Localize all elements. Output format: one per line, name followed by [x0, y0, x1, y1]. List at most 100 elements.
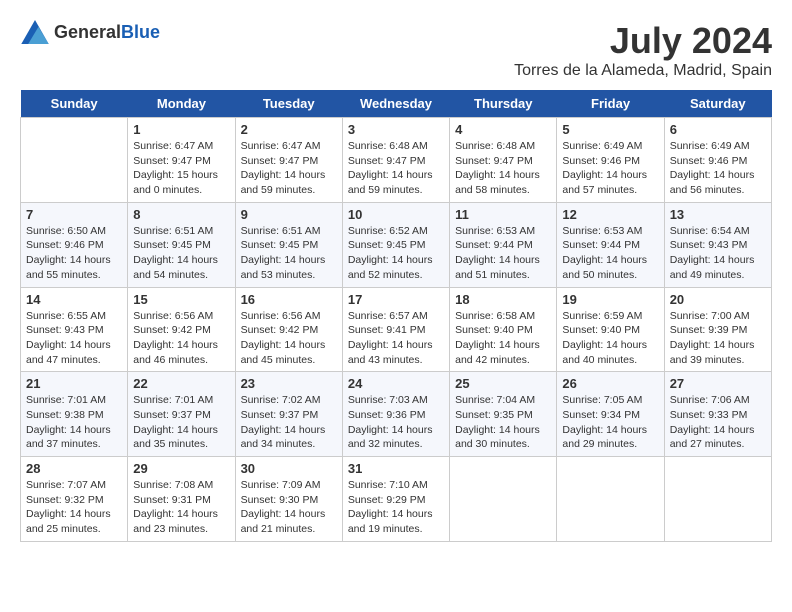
calendar-cell: 30 Sunrise: 7:09 AMSunset: 9:30 PMDaylig…: [235, 457, 342, 542]
cell-info: Sunrise: 7:06 AMSunset: 9:33 PMDaylight:…: [670, 394, 755, 450]
cell-info: Sunrise: 6:56 AMSunset: 9:42 PMDaylight:…: [241, 310, 326, 366]
calendar-week-row: 1 Sunrise: 6:47 AMSunset: 9:47 PMDayligh…: [21, 118, 772, 203]
date-number: 17: [348, 292, 444, 307]
calendar-week-row: 28 Sunrise: 7:07 AMSunset: 9:32 PMDaylig…: [21, 457, 772, 542]
calendar-cell: 19 Sunrise: 6:59 AMSunset: 9:40 PMDaylig…: [557, 287, 664, 372]
date-number: 9: [241, 207, 337, 222]
calendar-cell: 31 Sunrise: 7:10 AMSunset: 9:29 PMDaylig…: [342, 457, 449, 542]
cell-info: Sunrise: 7:00 AMSunset: 9:39 PMDaylight:…: [670, 310, 755, 366]
cell-info: Sunrise: 6:53 AMSunset: 9:44 PMDaylight:…: [562, 225, 647, 281]
calendar-week-row: 7 Sunrise: 6:50 AMSunset: 9:46 PMDayligh…: [21, 202, 772, 287]
calendar-cell: [557, 457, 664, 542]
calendar-cell: 13 Sunrise: 6:54 AMSunset: 9:43 PMDaylig…: [664, 202, 771, 287]
calendar-cell: [664, 457, 771, 542]
calendar-cell: 15 Sunrise: 6:56 AMSunset: 9:42 PMDaylig…: [128, 287, 235, 372]
date-number: 2: [241, 122, 337, 137]
date-number: 20: [670, 292, 766, 307]
date-number: 28: [26, 461, 122, 476]
cell-info: Sunrise: 6:51 AMSunset: 9:45 PMDaylight:…: [241, 225, 326, 281]
calendar-cell: 22 Sunrise: 7:01 AMSunset: 9:37 PMDaylig…: [128, 372, 235, 457]
location-title: Torres de la Alameda, Madrid, Spain: [514, 62, 772, 80]
calendar-cell: 16 Sunrise: 6:56 AMSunset: 9:42 PMDaylig…: [235, 287, 342, 372]
date-number: 4: [455, 122, 551, 137]
cell-info: Sunrise: 6:52 AMSunset: 9:45 PMDaylight:…: [348, 225, 433, 281]
date-number: 26: [562, 376, 658, 391]
cell-info: Sunrise: 6:49 AMSunset: 9:46 PMDaylight:…: [562, 140, 647, 196]
calendar-cell: 12 Sunrise: 6:53 AMSunset: 9:44 PMDaylig…: [557, 202, 664, 287]
cell-info: Sunrise: 6:49 AMSunset: 9:46 PMDaylight:…: [670, 140, 755, 196]
cell-info: Sunrise: 7:08 AMSunset: 9:31 PMDaylight:…: [133, 479, 218, 535]
header-monday: Monday: [128, 90, 235, 118]
date-number: 10: [348, 207, 444, 222]
cell-info: Sunrise: 6:50 AMSunset: 9:46 PMDaylight:…: [26, 225, 111, 281]
cell-info: Sunrise: 7:10 AMSunset: 9:29 PMDaylight:…: [348, 479, 433, 535]
header-thursday: Thursday: [450, 90, 557, 118]
cell-info: Sunrise: 7:02 AMSunset: 9:37 PMDaylight:…: [241, 394, 326, 450]
date-number: 25: [455, 376, 551, 391]
date-number: 8: [133, 207, 229, 222]
date-number: 3: [348, 122, 444, 137]
date-number: 5: [562, 122, 658, 137]
date-number: 14: [26, 292, 122, 307]
calendar-cell: 28 Sunrise: 7:07 AMSunset: 9:32 PMDaylig…: [21, 457, 128, 542]
calendar-cell: 1 Sunrise: 6:47 AMSunset: 9:47 PMDayligh…: [128, 118, 235, 203]
cell-info: Sunrise: 6:58 AMSunset: 9:40 PMDaylight:…: [455, 310, 540, 366]
date-number: 1: [133, 122, 229, 137]
date-number: 19: [562, 292, 658, 307]
cell-info: Sunrise: 7:01 AMSunset: 9:37 PMDaylight:…: [133, 394, 218, 450]
cell-info: Sunrise: 7:09 AMSunset: 9:30 PMDaylight:…: [241, 479, 326, 535]
calendar-cell: 20 Sunrise: 7:00 AMSunset: 9:39 PMDaylig…: [664, 287, 771, 372]
calendar-header-row: SundayMondayTuesdayWednesdayThursdayFrid…: [21, 90, 772, 118]
date-number: 11: [455, 207, 551, 222]
date-number: 29: [133, 461, 229, 476]
header-wednesday: Wednesday: [342, 90, 449, 118]
cell-info: Sunrise: 6:53 AMSunset: 9:44 PMDaylight:…: [455, 225, 540, 281]
cell-info: Sunrise: 7:01 AMSunset: 9:38 PMDaylight:…: [26, 394, 111, 450]
calendar-cell: 27 Sunrise: 7:06 AMSunset: 9:33 PMDaylig…: [664, 372, 771, 457]
calendar-week-row: 21 Sunrise: 7:01 AMSunset: 9:38 PMDaylig…: [21, 372, 772, 457]
date-number: 12: [562, 207, 658, 222]
cell-info: Sunrise: 6:48 AMSunset: 9:47 PMDaylight:…: [455, 140, 540, 196]
calendar-cell: [21, 118, 128, 203]
date-number: 15: [133, 292, 229, 307]
cell-info: Sunrise: 6:54 AMSunset: 9:43 PMDaylight:…: [670, 225, 755, 281]
logo: GeneralBlue: [20, 20, 160, 44]
cell-info: Sunrise: 6:55 AMSunset: 9:43 PMDaylight:…: [26, 310, 111, 366]
calendar-week-row: 14 Sunrise: 6:55 AMSunset: 9:43 PMDaylig…: [21, 287, 772, 372]
calendar-cell: 25 Sunrise: 7:04 AMSunset: 9:35 PMDaylig…: [450, 372, 557, 457]
cell-info: Sunrise: 6:51 AMSunset: 9:45 PMDaylight:…: [133, 225, 218, 281]
cell-info: Sunrise: 6:56 AMSunset: 9:42 PMDaylight:…: [133, 310, 218, 366]
calendar-cell: 11 Sunrise: 6:53 AMSunset: 9:44 PMDaylig…: [450, 202, 557, 287]
calendar-cell: 29 Sunrise: 7:08 AMSunset: 9:31 PMDaylig…: [128, 457, 235, 542]
date-number: 7: [26, 207, 122, 222]
calendar-cell: 17 Sunrise: 6:57 AMSunset: 9:41 PMDaylig…: [342, 287, 449, 372]
logo-general-text: General: [54, 22, 121, 42]
logo-blue-text: Blue: [121, 22, 160, 42]
calendar-cell: 4 Sunrise: 6:48 AMSunset: 9:47 PMDayligh…: [450, 118, 557, 203]
calendar-cell: 26 Sunrise: 7:05 AMSunset: 9:34 PMDaylig…: [557, 372, 664, 457]
calendar-cell: 3 Sunrise: 6:48 AMSunset: 9:47 PMDayligh…: [342, 118, 449, 203]
header-tuesday: Tuesday: [235, 90, 342, 118]
header-friday: Friday: [557, 90, 664, 118]
calendar-cell: 7 Sunrise: 6:50 AMSunset: 9:46 PMDayligh…: [21, 202, 128, 287]
calendar-cell: 6 Sunrise: 6:49 AMSunset: 9:46 PMDayligh…: [664, 118, 771, 203]
calendar-cell: 24 Sunrise: 7:03 AMSunset: 9:36 PMDaylig…: [342, 372, 449, 457]
calendar-cell: [450, 457, 557, 542]
calendar-cell: 18 Sunrise: 6:58 AMSunset: 9:40 PMDaylig…: [450, 287, 557, 372]
date-number: 18: [455, 292, 551, 307]
page-header: GeneralBlue July 2024 Torres de la Alame…: [20, 20, 772, 80]
calendar-cell: 14 Sunrise: 6:55 AMSunset: 9:43 PMDaylig…: [21, 287, 128, 372]
cell-info: Sunrise: 6:59 AMSunset: 9:40 PMDaylight:…: [562, 310, 647, 366]
month-title: July 2024: [514, 20, 772, 62]
header-saturday: Saturday: [664, 90, 771, 118]
calendar-cell: 21 Sunrise: 7:01 AMSunset: 9:38 PMDaylig…: [21, 372, 128, 457]
cell-info: Sunrise: 7:04 AMSunset: 9:35 PMDaylight:…: [455, 394, 540, 450]
date-number: 30: [241, 461, 337, 476]
cell-info: Sunrise: 7:07 AMSunset: 9:32 PMDaylight:…: [26, 479, 111, 535]
logo-icon: [20, 20, 50, 44]
calendar-cell: 10 Sunrise: 6:52 AMSunset: 9:45 PMDaylig…: [342, 202, 449, 287]
calendar-cell: 2 Sunrise: 6:47 AMSunset: 9:47 PMDayligh…: [235, 118, 342, 203]
date-number: 22: [133, 376, 229, 391]
calendar-cell: 9 Sunrise: 6:51 AMSunset: 9:45 PMDayligh…: [235, 202, 342, 287]
date-number: 31: [348, 461, 444, 476]
